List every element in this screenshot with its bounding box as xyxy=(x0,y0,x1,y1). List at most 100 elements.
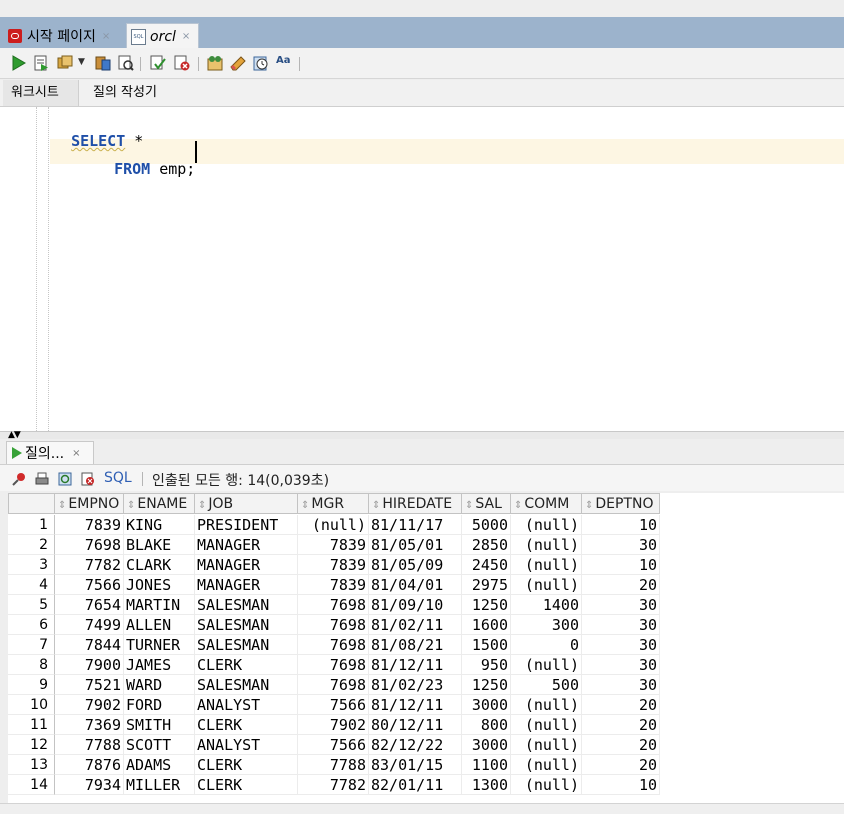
cell-comm[interactable]: 1400 xyxy=(511,595,582,615)
pin-icon[interactable] xyxy=(12,472,26,486)
cell-hiredate[interactable]: 81/08/21 xyxy=(369,635,462,655)
table-row[interactable]: 4 7566 JONES MANAGER 7839 81/04/01 2975 (null) 2… xyxy=(8,575,660,595)
cell-mgr[interactable]: 7698 xyxy=(298,615,369,635)
sql-history-icon[interactable] xyxy=(253,55,269,71)
cell-mgr[interactable]: 7698 xyxy=(298,635,369,655)
explain-plan-icon[interactable] xyxy=(95,55,111,71)
tab-start-page[interactable]: 시작 페이지 × xyxy=(4,24,122,48)
cell-sal[interactable]: 1250 xyxy=(462,675,511,695)
cell-hiredate[interactable]: 81/12/11 xyxy=(369,655,462,675)
column-header-hiredate[interactable]: ⇕ HIREDATE xyxy=(369,493,462,514)
cell-deptno[interactable]: 10 xyxy=(582,515,660,535)
cell-job[interactable]: MANAGER xyxy=(195,535,298,555)
table-row[interactable]: 14 7934 MILLER CLERK 7782 82/01/11 1300 (null) 1… xyxy=(8,775,660,795)
sort-icon[interactable]: ⇕ xyxy=(585,500,593,511)
cell-comm[interactable]: (null) xyxy=(511,575,582,595)
table-row[interactable]: 5 7654 MARTIN SALESMAN 7698 81/09/10 1250 1400 3… xyxy=(8,595,660,615)
cell-job[interactable]: MANAGER xyxy=(195,575,298,595)
cell-deptno[interactable]: 10 xyxy=(582,775,660,795)
cell-empno[interactable]: 7782 xyxy=(55,555,124,575)
cell-sal[interactable]: 2450 xyxy=(462,555,511,575)
tab-orcl[interactable]: SQL orcl × xyxy=(126,23,199,49)
column-header-deptno[interactable]: ⇕ DEPTNO xyxy=(582,493,660,514)
cell-mgr[interactable]: 7566 xyxy=(298,735,369,755)
cell-comm[interactable]: (null) xyxy=(511,515,582,535)
cell-empno[interactable]: 7839 xyxy=(55,515,124,535)
cancel-query-icon[interactable] xyxy=(81,472,95,486)
cell-mgr[interactable]: 7698 xyxy=(298,675,369,695)
cell-sal[interactable]: 1100 xyxy=(462,755,511,775)
cell-hiredate[interactable]: 81/09/10 xyxy=(369,595,462,615)
cell-sal[interactable]: 2975 xyxy=(462,575,511,595)
table-row[interactable]: 2 7698 BLAKE MANAGER 7839 81/05/01 2850 (null) 3… xyxy=(8,535,660,555)
cell-ename[interactable]: JONES xyxy=(124,575,195,595)
refresh-icon[interactable] xyxy=(58,472,72,486)
close-icon[interactable]: × xyxy=(182,31,190,42)
cell-mgr[interactable]: (null) xyxy=(298,515,369,535)
results-grid[interactable]: ⇕ EMPNO ⇕ ENAME ⇕ JOB ⇕ MGR ⇕ HIREDATE ⇕ SAL ⇕ COMM ⇕ D… xyxy=(8,493,844,803)
cell-comm[interactable]: 300 xyxy=(511,615,582,635)
cell-hiredate[interactable]: 81/02/23 xyxy=(369,675,462,695)
column-header-mgr[interactable]: ⇕ MGR xyxy=(298,493,369,514)
cell-deptno[interactable]: 10 xyxy=(582,555,660,575)
cell-empno[interactable]: 7698 xyxy=(55,535,124,555)
cell-comm[interactable]: 0 xyxy=(511,635,582,655)
run-statement-icon[interactable] xyxy=(11,55,27,71)
table-row[interactable]: 7 7844 TURNER SALESMAN 7698 81/08/21 1500 0 30 xyxy=(8,635,660,655)
sort-icon[interactable]: ⇕ xyxy=(301,500,309,511)
close-icon[interactable]: × xyxy=(102,31,110,42)
cell-mgr[interactable]: 7788 xyxy=(298,755,369,775)
cell-sal[interactable]: 2850 xyxy=(462,535,511,555)
cell-job[interactable]: CLERK xyxy=(195,755,298,775)
cell-ename[interactable]: ALLEN xyxy=(124,615,195,635)
cell-ename[interactable]: SMITH xyxy=(124,715,195,735)
cell-deptno[interactable]: 30 xyxy=(582,635,660,655)
cell-comm[interactable]: 500 xyxy=(511,675,582,695)
code-line-2[interactable]: FROM emp; xyxy=(96,142,195,178)
column-header-sal[interactable]: ⇕ SAL xyxy=(462,493,511,514)
cell-comm[interactable]: (null) xyxy=(511,755,582,775)
cell-ename[interactable]: MARTIN xyxy=(124,595,195,615)
table-row[interactable]: 13 7876 ADAMS CLERK 7788 83/01/15 1100 (null) 20 xyxy=(8,755,660,775)
cell-ename[interactable]: FORD xyxy=(124,695,195,715)
cell-comm[interactable]: (null) xyxy=(511,655,582,675)
sort-icon[interactable]: ⇕ xyxy=(465,500,473,511)
cell-job[interactable]: ANALYST xyxy=(195,695,298,715)
cell-mgr[interactable]: 7839 xyxy=(298,575,369,595)
cell-sal[interactable]: 1600 xyxy=(462,615,511,635)
cell-comm[interactable]: (null) xyxy=(511,775,582,795)
cell-sal[interactable]: 950 xyxy=(462,655,511,675)
cell-hiredate[interactable]: 81/05/09 xyxy=(369,555,462,575)
table-row[interactable]: 6 7499 ALLEN SALESMAN 7698 81/02/11 1600 300 30 xyxy=(8,615,660,635)
cell-comm[interactable]: (null) xyxy=(511,695,582,715)
cell-mgr[interactable]: 7902 xyxy=(298,715,369,735)
clear-eraser-icon[interactable] xyxy=(230,55,246,71)
cell-comm[interactable]: (null) xyxy=(511,555,582,575)
cell-deptno[interactable]: 30 xyxy=(582,535,660,555)
rollback-icon[interactable] xyxy=(174,55,190,71)
cell-ename[interactable]: CLARK xyxy=(124,555,195,575)
cell-hiredate[interactable]: 82/12/22 xyxy=(369,735,462,755)
cell-deptno[interactable]: 30 xyxy=(582,615,660,635)
sort-icon[interactable]: ⇕ xyxy=(372,500,380,511)
cell-comm[interactable]: (null) xyxy=(511,535,582,555)
cell-job[interactable]: SALESMAN xyxy=(195,675,298,695)
cell-job[interactable]: PRESIDENT xyxy=(195,515,298,535)
cell-sal[interactable]: 3000 xyxy=(462,695,511,715)
cell-deptno[interactable]: 30 xyxy=(582,655,660,675)
cell-comm[interactable]: (null) xyxy=(511,715,582,735)
table-row[interactable]: 11 7369 SMITH CLERK 7902 80/12/11 800 (null) 20 xyxy=(8,715,660,735)
cell-sal[interactable]: 3000 xyxy=(462,735,511,755)
autotrace-icon[interactable] xyxy=(57,55,73,71)
cell-hiredate[interactable]: 81/12/11 xyxy=(369,695,462,715)
cell-hiredate[interactable]: 81/11/17 xyxy=(369,515,462,535)
cell-job[interactable]: CLERK xyxy=(195,775,298,795)
cell-job[interactable]: SALESMAN xyxy=(195,615,298,635)
cell-empno[interactable]: 7900 xyxy=(55,655,124,675)
unshared-sql-icon[interactable] xyxy=(207,55,223,71)
cell-job[interactable]: MANAGER xyxy=(195,555,298,575)
cell-job[interactable]: ANALYST xyxy=(195,735,298,755)
chevron-down-icon[interactable]: ▼ xyxy=(78,57,88,73)
run-script-icon[interactable] xyxy=(33,55,49,71)
cell-ename[interactable]: ADAMS xyxy=(124,755,195,775)
